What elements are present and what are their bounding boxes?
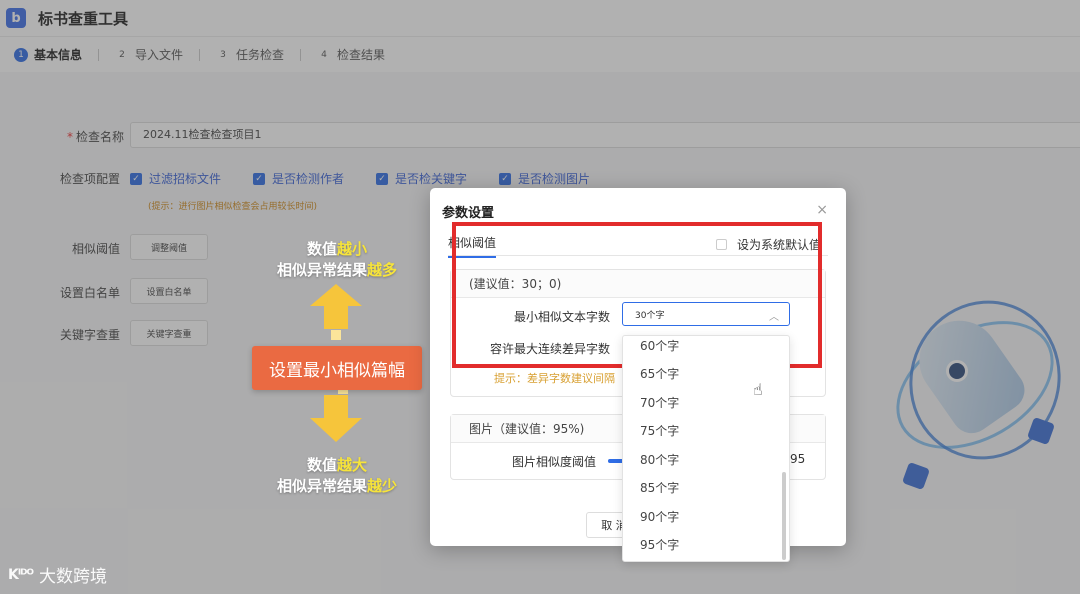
arrow-up-stem: [324, 305, 348, 329]
dialog-title: 参数设置: [442, 206, 495, 221]
annotation-banner: 设置最小相似篇幅: [252, 346, 422, 390]
dropdown-option[interactable]: 85个字: [640, 479, 679, 496]
dropdown-option[interactable]: 90个字: [640, 508, 679, 525]
watermark: Kᴵᴰᴼ 大数跨境: [8, 562, 107, 588]
dropdown-option[interactable]: 70个字: [640, 394, 679, 411]
arrow-down-icon: [310, 418, 362, 442]
dropdown-option[interactable]: 60个字: [640, 337, 679, 354]
dropdown-option[interactable]: 95个字: [640, 536, 679, 553]
dropdown-option[interactable]: 80个字: [640, 451, 679, 468]
image-threshold-label: 图片相似度阈值: [511, 455, 596, 469]
watermark-logo: Kᴵᴰᴼ: [8, 566, 34, 583]
annotation-top: 数值越小 相似异常结果越多: [276, 240, 398, 279]
image-threshold-value: 95: [790, 452, 806, 466]
min-chars-dropdown: 60个字 65个字 70个字 75个字 80个字 85个字 90个字 95个字: [622, 335, 790, 562]
watermark-text: 大数跨境: [38, 567, 107, 587]
annotation-bottom: 数值越大 相似异常结果越少: [276, 456, 398, 495]
diff-tip: 提示：差异字数建议间隔: [494, 372, 615, 385]
arrow-down-stem: [324, 395, 348, 419]
close-icon[interactable]: ×: [816, 202, 828, 218]
dropdown-scrollbar[interactable]: [782, 472, 786, 560]
mouse-cursor-icon: ☝: [753, 380, 763, 399]
dropdown-option[interactable]: 65个字: [640, 365, 679, 382]
arrow-up-icon: [310, 284, 362, 306]
dropdown-option[interactable]: 75个字: [640, 422, 679, 439]
pixel-decoration: [331, 330, 341, 340]
